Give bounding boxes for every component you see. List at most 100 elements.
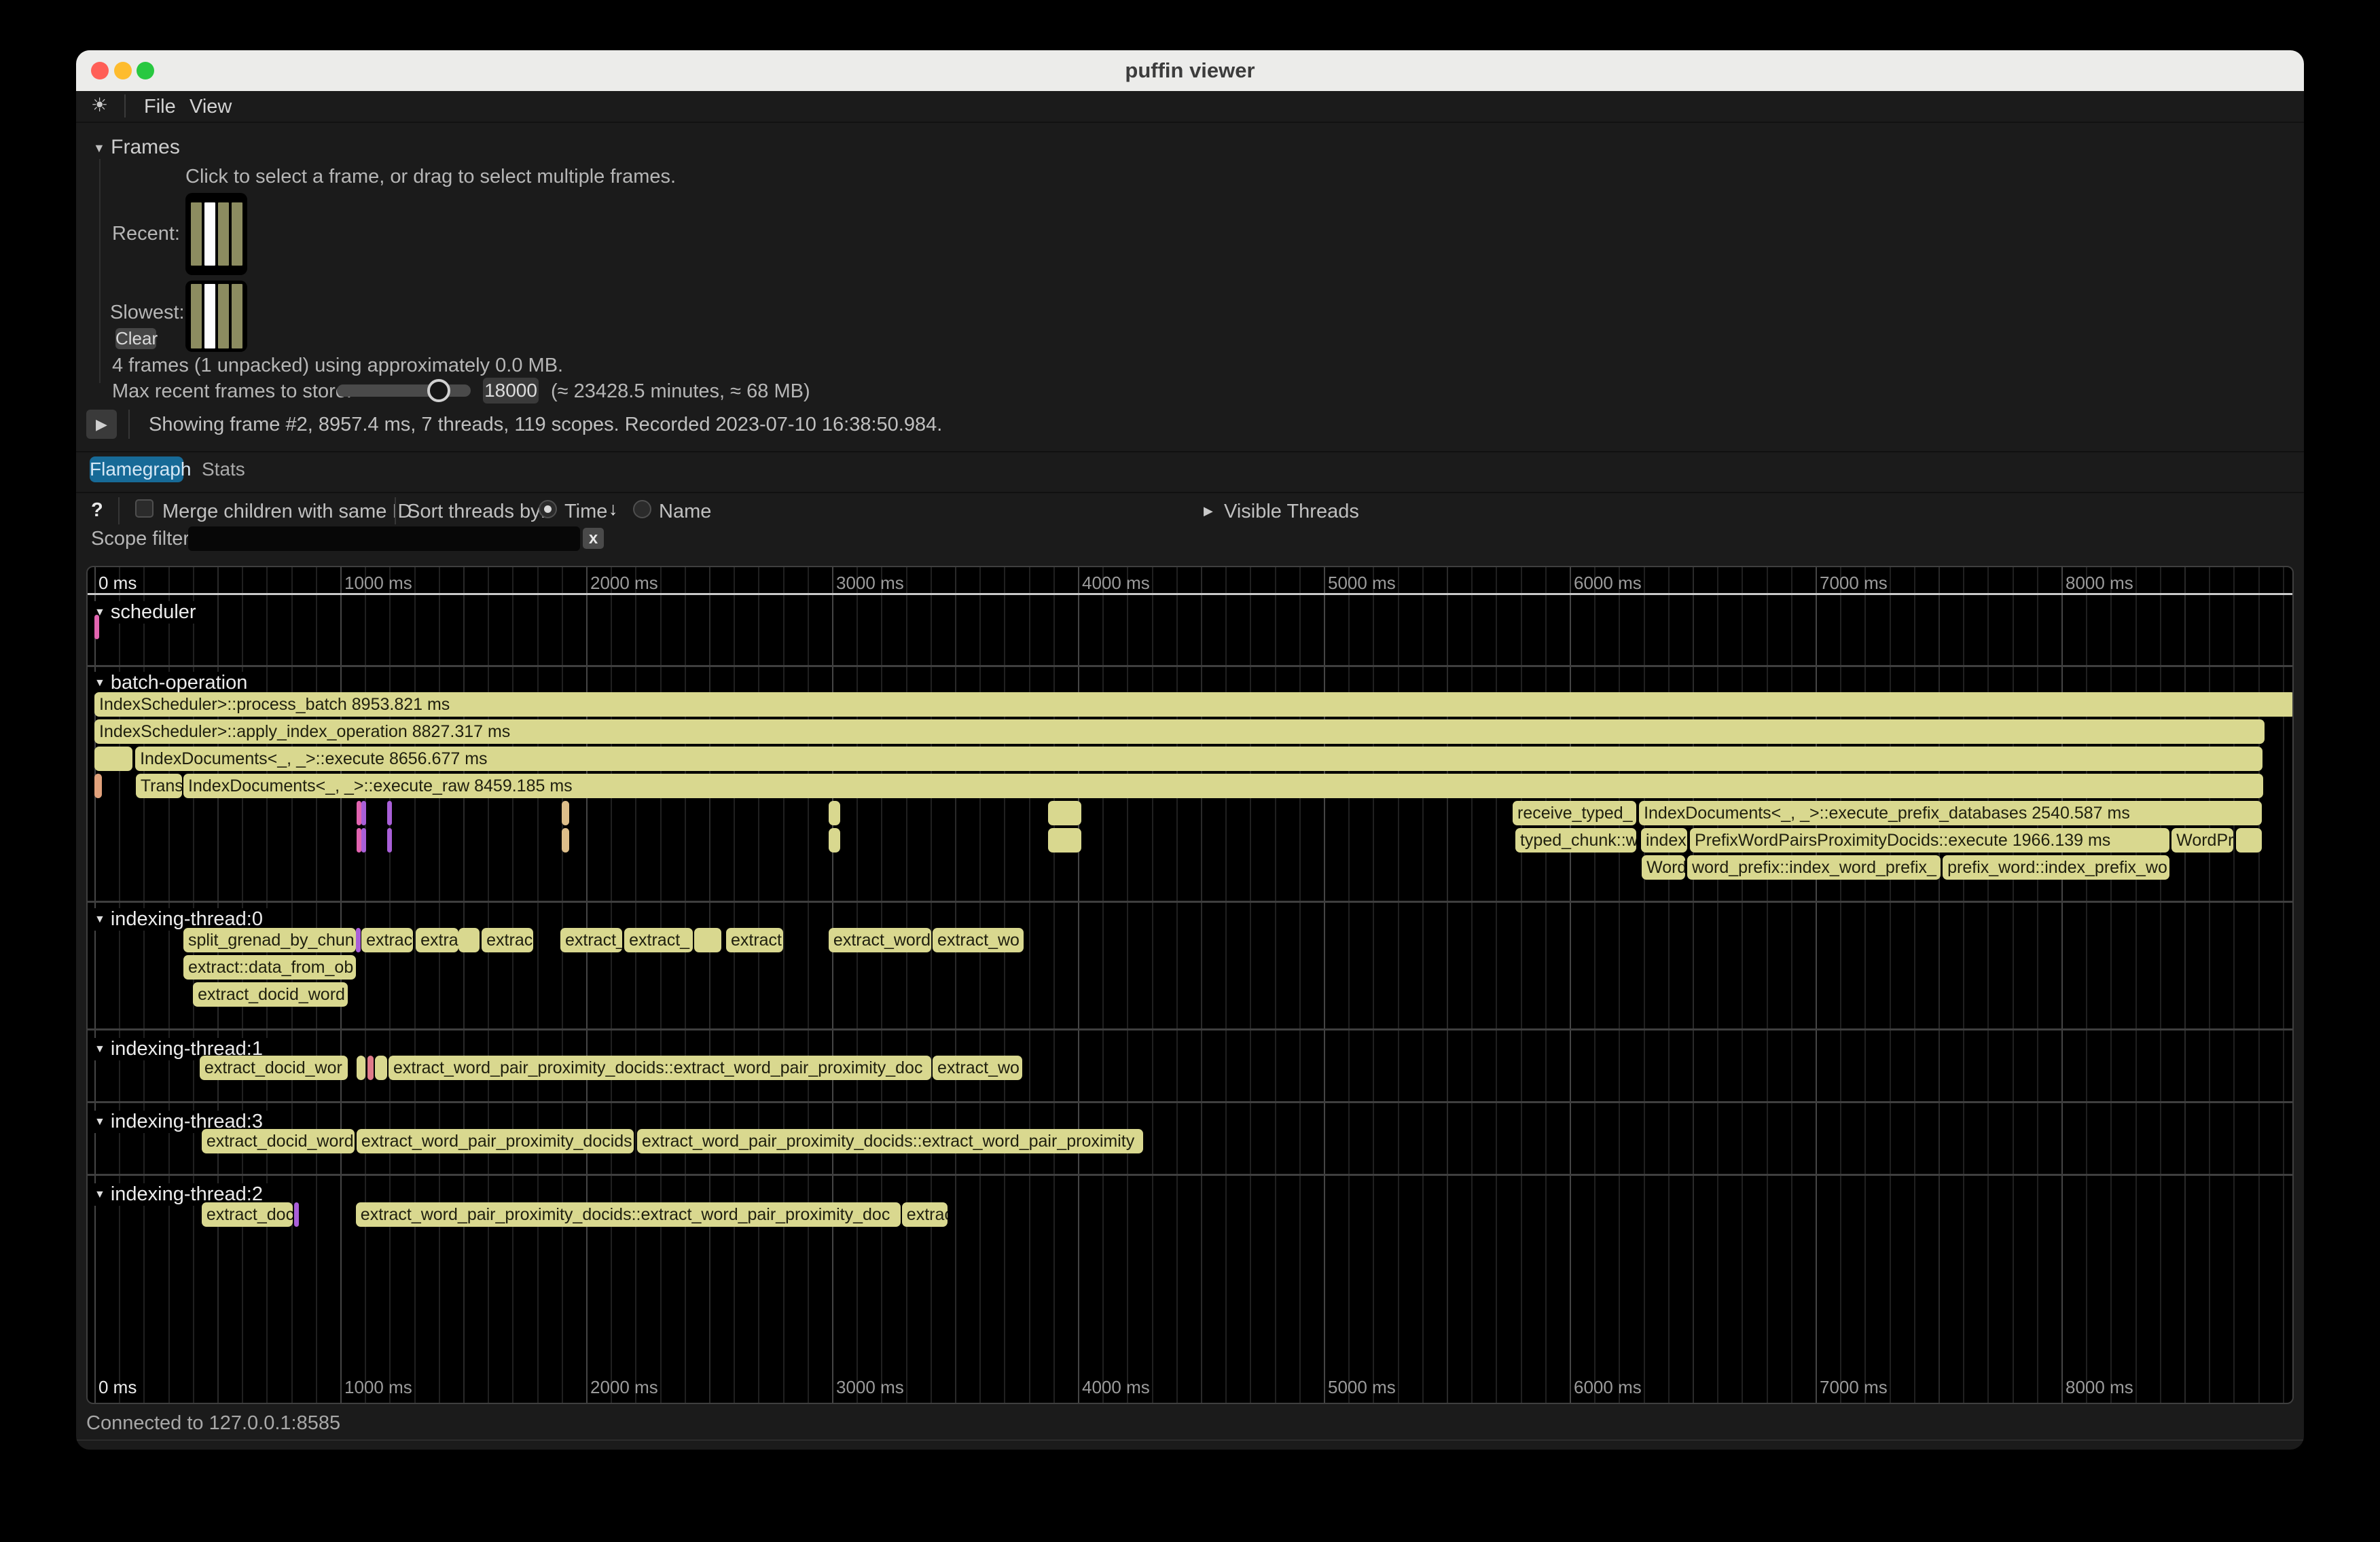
flame-bar[interactable] bbox=[361, 828, 366, 853]
flame-bar[interactable]: extract_word_pair_proximity_docids bbox=[357, 1129, 634, 1153]
flame-bar[interactable] bbox=[387, 828, 392, 853]
theme-toggle-icon[interactable]: ☀ bbox=[91, 94, 108, 116]
flame-bar[interactable] bbox=[694, 928, 721, 952]
collapse-triangle-icon: ▼ bbox=[94, 677, 105, 689]
menu-item-view[interactable]: View bbox=[190, 96, 232, 118]
frame-bar-selected[interactable] bbox=[204, 202, 215, 266]
flame-bar[interactable] bbox=[361, 801, 366, 825]
flame-bar[interactable] bbox=[357, 801, 361, 825]
recent-frames-thumbnail[interactable] bbox=[185, 193, 247, 275]
flame-bar[interactable] bbox=[375, 1056, 387, 1080]
frame-bar[interactable] bbox=[232, 284, 242, 348]
flame-bar[interactable]: IndexScheduler>::apply_index_operation 8… bbox=[94, 719, 2265, 744]
sort-name-label[interactable]: Name bbox=[659, 501, 711, 523]
flame-bar[interactable] bbox=[94, 615, 99, 639]
flame-bar[interactable] bbox=[829, 828, 840, 853]
flame-bar[interactable]: extract_doc bbox=[202, 1202, 293, 1227]
flame-bar[interactable] bbox=[1048, 828, 1081, 853]
clear-button[interactable]: Clear bbox=[115, 328, 156, 349]
frame-bar-selected[interactable] bbox=[204, 284, 215, 348]
flame-bar[interactable]: word_prefix::index_word_prefix_ bbox=[1687, 855, 1941, 880]
flame-bar[interactable]: PrefixWordPairsProximityDocids::execute … bbox=[1690, 828, 2169, 853]
flame-bar[interactable]: extra bbox=[416, 928, 458, 952]
frame-bar[interactable] bbox=[218, 284, 229, 348]
divider bbox=[395, 497, 396, 524]
frame-bar[interactable] bbox=[191, 202, 202, 266]
flame-bar[interactable]: typed_chunk::w bbox=[1515, 828, 1636, 853]
play-button[interactable]: ▶ bbox=[86, 410, 117, 439]
frame-bar[interactable] bbox=[232, 202, 242, 266]
max-frames-note: (≈ 23428.5 minutes, ≈ 68 MB) bbox=[551, 380, 810, 403]
max-frames-value[interactable]: 18000 bbox=[483, 378, 539, 404]
max-frames-slider[interactable] bbox=[337, 384, 471, 397]
flame-bar[interactable]: WordPr bbox=[2171, 828, 2233, 853]
flame-bar[interactable]: extract_ bbox=[624, 928, 693, 952]
flame-bar[interactable]: extract_word bbox=[829, 928, 931, 952]
flame-bar[interactable] bbox=[387, 801, 392, 825]
slowest-label: Slowest: bbox=[110, 302, 185, 324]
flame-bar[interactable] bbox=[294, 1202, 299, 1227]
sort-time-radio[interactable] bbox=[539, 500, 557, 518]
merge-children-checkbox[interactable] bbox=[135, 499, 154, 518]
flame-bar[interactable]: extract bbox=[726, 928, 783, 952]
flame-bar[interactable] bbox=[562, 801, 569, 825]
flame-bar[interactable]: extract::data_from_ob bbox=[183, 955, 356, 980]
flame-bar[interactable] bbox=[2236, 828, 2262, 853]
slider-knob[interactable] bbox=[427, 379, 450, 402]
flame-bar[interactable]: extrac bbox=[902, 1202, 948, 1227]
flame-bar[interactable]: Trans bbox=[136, 774, 182, 798]
flame-bar[interactable] bbox=[562, 828, 569, 853]
flame-bar[interactable]: prefix_word::index_prefix_wo bbox=[1943, 855, 2169, 880]
sort-name-radio[interactable] bbox=[633, 500, 651, 518]
tab-flamegraph[interactable]: Flamegraph bbox=[90, 456, 183, 482]
time-axis-label: 4000 ms bbox=[1082, 1377, 1150, 1398]
visible-threads-toggle[interactable]: Visible Threads bbox=[1224, 501, 1359, 523]
flame-bar[interactable]: extract_ bbox=[560, 928, 622, 952]
flame-bar[interactable] bbox=[829, 801, 840, 825]
flame-bar[interactable]: extract_docid_word bbox=[202, 1129, 355, 1153]
flame-bar[interactable]: split_grenad_by_chun bbox=[183, 928, 356, 952]
flame-bar[interactable] bbox=[367, 1056, 374, 1080]
flame-bar[interactable]: extract_word_pair_proximity_docids::extr… bbox=[637, 1129, 1143, 1153]
flamegraph-panel[interactable]: 0 ms0 ms1000 ms1000 ms2000 ms2000 ms3000… bbox=[86, 566, 2294, 1404]
flame-bar[interactable] bbox=[356, 928, 361, 952]
separator bbox=[76, 1439, 2304, 1441]
scope-filter-input[interactable] bbox=[188, 526, 580, 551]
clear-filter-button[interactable]: x bbox=[583, 528, 604, 549]
sort-time-label[interactable]: Time bbox=[564, 501, 607, 523]
sort-direction-arrow-icon[interactable]: ↓ bbox=[609, 499, 618, 520]
flame-bar[interactable]: extract_docid_wor bbox=[200, 1056, 348, 1080]
help-button[interactable]: ? bbox=[91, 499, 103, 522]
flame-bar[interactable]: extract_wo bbox=[933, 928, 1024, 952]
flame-bar[interactable] bbox=[458, 928, 480, 952]
thread-section-label[interactable]: ▼scheduler bbox=[94, 601, 202, 624]
merge-children-label[interactable]: Merge children with same ID bbox=[162, 501, 412, 523]
frame-bar[interactable] bbox=[191, 284, 202, 348]
flame-bar[interactable]: extract bbox=[361, 928, 413, 952]
frame-bar[interactable] bbox=[218, 202, 229, 266]
thread-section-label[interactable]: ▼batch-operation bbox=[94, 672, 253, 694]
flame-bar[interactable]: IndexDocuments<_, _>::execute_prefix_dat… bbox=[1639, 801, 2262, 825]
flame-bar[interactable]: IndexDocuments<_, _>::execute_raw 8459.1… bbox=[183, 774, 2263, 798]
flame-bar[interactable]: IndexScheduler>::process_batch 8953.821 … bbox=[94, 692, 2294, 717]
tab-stats[interactable]: Stats bbox=[202, 459, 245, 480]
flame-bar[interactable]: extract_docid_word bbox=[193, 982, 348, 1007]
menu-item-file[interactable]: File bbox=[144, 96, 176, 118]
flame-bar[interactable] bbox=[357, 828, 361, 853]
flame-bar[interactable]: receive_typed_ bbox=[1513, 801, 1636, 825]
frames-section-header[interactable]: ▼ Frames bbox=[93, 136, 180, 159]
flame-bar[interactable]: extrac bbox=[482, 928, 533, 952]
flame-bar[interactable] bbox=[94, 774, 102, 798]
flame-bar[interactable]: extract_wo bbox=[933, 1056, 1022, 1080]
time-axis-label: 3000 ms bbox=[836, 573, 904, 594]
flame-bar[interactable]: IndexDocuments<_, _>::execute 8656.677 m… bbox=[135, 747, 2262, 771]
flame-bar[interactable]: Word bbox=[1642, 855, 1685, 880]
flame-bar[interactable] bbox=[1048, 801, 1081, 825]
separator bbox=[76, 492, 2304, 493]
flame-bar[interactable] bbox=[94, 747, 132, 771]
flame-bar[interactable] bbox=[357, 1056, 365, 1080]
slowest-frames-thumbnail[interactable] bbox=[185, 281, 247, 352]
flame-bar[interactable]: extract_word_pair_proximity_docids::extr… bbox=[356, 1202, 901, 1227]
flame-bar[interactable]: index bbox=[1641, 828, 1687, 853]
flame-bar[interactable]: extract_word_pair_proximity_docids::extr… bbox=[389, 1056, 931, 1080]
